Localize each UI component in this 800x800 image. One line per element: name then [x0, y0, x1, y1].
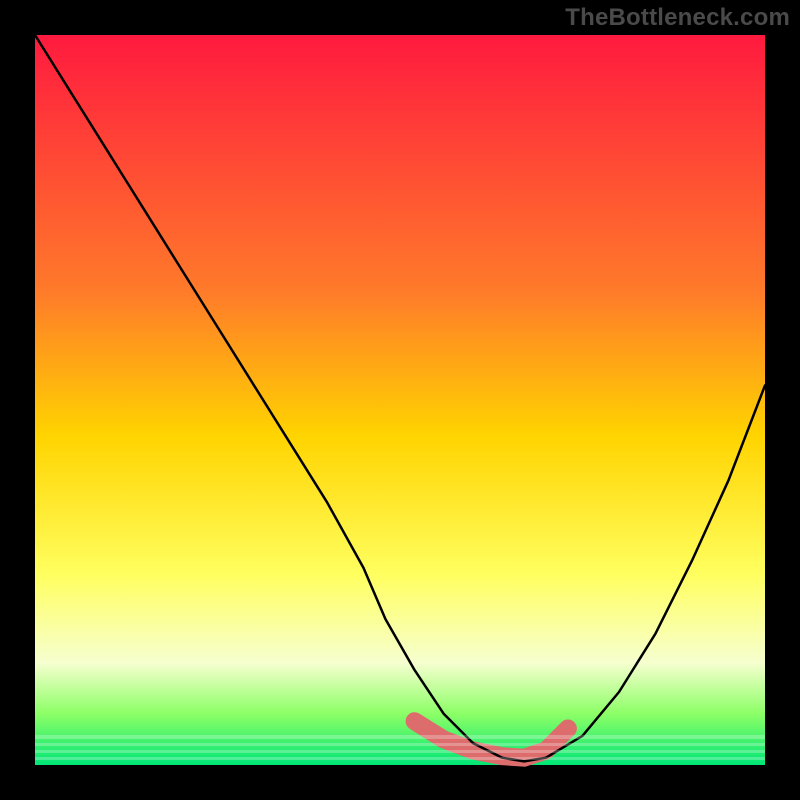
chart-frame: TheBottleneck.com — [0, 0, 800, 800]
chart-svg — [0, 0, 800, 800]
plot-area — [35, 35, 765, 765]
watermark-text: TheBottleneck.com — [565, 4, 790, 32]
